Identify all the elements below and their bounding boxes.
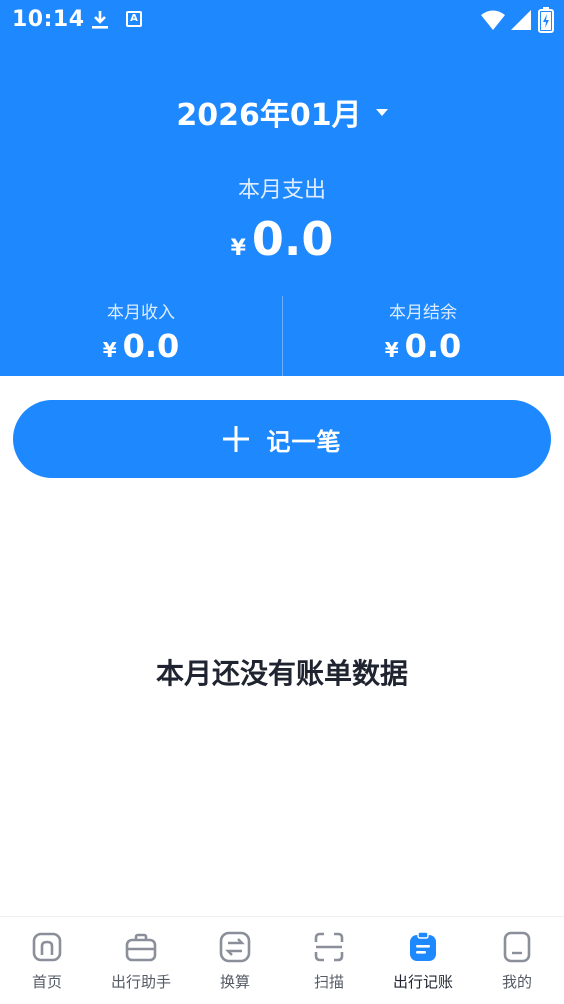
balance-amount: ¥ 0.0	[282, 327, 564, 365]
tab-convert[interactable]: 换算	[188, 917, 282, 1004]
signal-icon	[511, 10, 531, 30]
bottom-tab-bar: 首页 出行助手 换算 扫描 出行记账 我的	[0, 916, 564, 1004]
tab-travel-assistant[interactable]: 出行助手	[94, 917, 188, 1004]
currency-symbol: ¥	[102, 338, 117, 362]
tab-scan[interactable]: 扫描	[282, 917, 376, 1004]
tab-label: 出行助手	[110, 973, 171, 991]
add-record-label: 记一笔	[266, 427, 342, 456]
month-picker[interactable]: 2026年01月	[0, 90, 564, 134]
empty-state-message: 本月还没有账单数据	[155, 657, 408, 690]
income-amount: ¥ 0.0	[0, 327, 282, 365]
caret-down-icon	[375, 108, 388, 116]
tab-label: 我的	[501, 973, 532, 991]
expense-label: 本月支出	[237, 178, 326, 203]
plus-icon	[222, 426, 249, 452]
home-icon	[32, 932, 62, 962]
battery-icon	[538, 7, 554, 33]
download-icon	[92, 11, 108, 29]
income-value: 0.0	[122, 327, 180, 365]
scan-icon	[314, 932, 344, 962]
balance-summary: 本月结余 ¥ 0.0	[282, 298, 564, 365]
tab-profile[interactable]: 我的	[470, 917, 564, 1004]
briefcase-icon	[125, 933, 157, 962]
exchange-icon	[219, 931, 251, 963]
ledger-icon	[410, 931, 436, 961]
header-panel: 10:14 A 2026年01月 本月支出 ¥ 0.0 本月收入 ¥ 0.0 本…	[0, 0, 564, 376]
status-bar: 10:14 A	[0, 0, 564, 40]
income-summary: 本月收入 ¥ 0.0	[0, 298, 282, 365]
status-time: 10:14	[12, 7, 85, 32]
currency-symbol: ¥	[384, 338, 399, 362]
tab-label: 首页	[31, 973, 62, 991]
expense-amount: ¥ 0.0	[0, 212, 564, 266]
income-label: 本月收入	[107, 303, 175, 323]
tab-label: 换算	[219, 973, 250, 991]
tab-label: 扫描	[313, 973, 344, 991]
tab-label: 出行记账	[392, 973, 453, 991]
expense-value: 0.0	[251, 212, 334, 266]
keyboard-icon: A	[126, 11, 142, 27]
wifi-icon	[481, 10, 505, 30]
profile-icon	[503, 931, 531, 963]
tab-home[interactable]: 首页	[0, 917, 94, 1004]
balance-label: 本月结余	[389, 303, 457, 323]
currency-symbol: ¥	[230, 236, 246, 261]
month-label: 2026年01月	[176, 98, 362, 133]
tab-travel-ledger[interactable]: 出行记账	[376, 917, 470, 1004]
balance-value: 0.0	[404, 327, 462, 365]
add-record-button[interactable]: 记一笔	[13, 400, 551, 478]
